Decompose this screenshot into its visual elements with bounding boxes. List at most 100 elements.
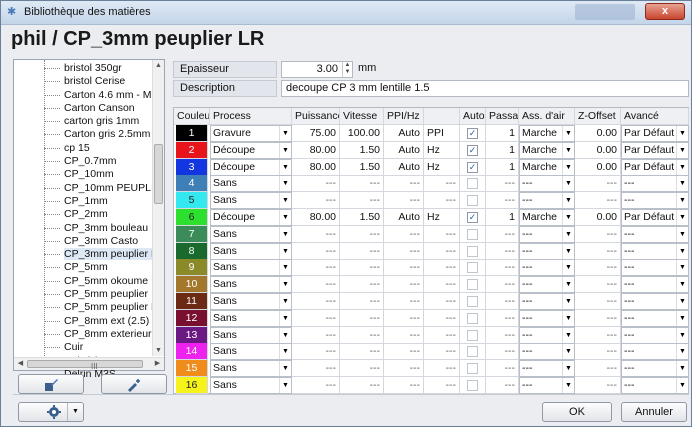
tree-item[interactable]: CP_0.7mm bbox=[14, 155, 154, 168]
ok-button[interactable]: OK bbox=[542, 402, 612, 422]
advanced-select[interactable]: Par Défaut ▼ bbox=[621, 209, 689, 226]
column-header[interactable]: Auto bbox=[460, 108, 486, 125]
tree-item[interactable]: Carton 4.6 mm - Make bbox=[14, 89, 154, 102]
column-header[interactable]: Puissance bbox=[292, 108, 340, 125]
ppi-cell[interactable]: --- bbox=[384, 259, 424, 277]
z-offset-cell[interactable]: 0.00 bbox=[575, 125, 621, 142]
ppi-cell[interactable]: Auto bbox=[384, 141, 424, 159]
color-swatch[interactable]: 4 bbox=[176, 175, 208, 193]
color-swatch[interactable]: 9 bbox=[176, 259, 208, 277]
advanced-select[interactable]: --- ▼ bbox=[621, 293, 689, 310]
z-offset-cell[interactable]: --- bbox=[575, 343, 621, 361]
speed-cell[interactable]: --- bbox=[340, 242, 384, 260]
advanced-select[interactable]: --- ▼ bbox=[621, 309, 689, 327]
power-cell[interactable]: --- bbox=[292, 326, 340, 344]
passes-cell[interactable]: --- bbox=[486, 343, 519, 361]
speed-cell[interactable]: 1.50 bbox=[340, 158, 384, 176]
column-header[interactable]: Vitesse bbox=[340, 108, 384, 125]
auto-checkbox[interactable] bbox=[467, 363, 478, 375]
passes-cell[interactable]: --- bbox=[486, 360, 519, 378]
tree-item[interactable]: bristol Cerise bbox=[14, 75, 154, 88]
close-button[interactable]: x bbox=[645, 3, 685, 20]
process-select[interactable]: Gravure ▼ bbox=[210, 125, 292, 142]
advanced-select[interactable]: --- ▼ bbox=[621, 377, 689, 394]
power-cell[interactable]: --- bbox=[292, 360, 340, 378]
air-assist-select[interactable]: --- ▼ bbox=[519, 225, 575, 243]
tree-item[interactable]: CP_5mm bbox=[14, 261, 154, 274]
advanced-select[interactable]: --- ▼ bbox=[621, 343, 689, 361]
advanced-select[interactable]: --- ▼ bbox=[621, 326, 689, 344]
tree-item[interactable]: carton gris 1mm bbox=[14, 115, 154, 128]
process-select[interactable]: Découpe ▼ bbox=[210, 158, 292, 176]
passes-cell[interactable]: --- bbox=[486, 326, 519, 344]
air-assist-select[interactable]: Marche ▼ bbox=[519, 125, 575, 142]
tree-item[interactable]: CP_3mm peuplier LR bbox=[14, 248, 154, 261]
process-select[interactable]: Sans ▼ bbox=[210, 242, 292, 260]
power-cell[interactable]: --- bbox=[292, 175, 340, 193]
speed-cell[interactable]: --- bbox=[340, 192, 384, 210]
advanced-select[interactable]: --- ▼ bbox=[621, 259, 689, 277]
power-cell[interactable]: --- bbox=[292, 192, 340, 210]
speed-cell[interactable]: --- bbox=[340, 225, 384, 243]
color-swatch[interactable]: 16 bbox=[176, 377, 208, 394]
tree-item[interactable]: CP_5mm peuplier bbox=[14, 288, 154, 301]
auto-checkbox[interactable]: ✓ bbox=[467, 161, 478, 173]
tree-horizontal-scrollbar[interactable]: ◀ III ▶ bbox=[14, 357, 164, 371]
air-assist-select[interactable]: --- ▼ bbox=[519, 309, 575, 327]
ppi-cell[interactable]: Auto bbox=[384, 125, 424, 142]
ppi-cell[interactable]: --- bbox=[384, 360, 424, 378]
passes-cell[interactable]: --- bbox=[486, 309, 519, 327]
z-offset-cell[interactable]: --- bbox=[575, 326, 621, 344]
auto-checkbox[interactable] bbox=[467, 380, 478, 391]
tree-item[interactable]: CP_8mm ext (2.5) bbox=[14, 315, 154, 328]
ppi-cell[interactable]: --- bbox=[384, 242, 424, 260]
color-swatch[interactable]: 7 bbox=[176, 225, 208, 243]
advanced-select[interactable]: --- ▼ bbox=[621, 175, 689, 193]
color-swatch[interactable]: 12 bbox=[176, 309, 208, 327]
z-offset-cell[interactable]: --- bbox=[575, 309, 621, 327]
power-cell[interactable]: --- bbox=[292, 293, 340, 310]
advanced-select[interactable]: --- ▼ bbox=[621, 242, 689, 260]
speed-cell[interactable]: --- bbox=[340, 377, 384, 394]
passes-cell[interactable]: --- bbox=[486, 293, 519, 310]
column-header[interactable]: Process bbox=[210, 108, 292, 125]
color-swatch[interactable]: 3 bbox=[176, 158, 208, 176]
z-offset-cell[interactable]: --- bbox=[575, 225, 621, 243]
air-assist-select[interactable]: Marche ▼ bbox=[519, 209, 575, 226]
color-swatch[interactable]: 6 bbox=[176, 209, 208, 226]
tree-item[interactable]: CP_8mm exterieur okou bbox=[14, 328, 154, 341]
color-swatch[interactable]: 1 bbox=[176, 125, 208, 142]
ppi-cell[interactable]: --- bbox=[384, 192, 424, 210]
ppi-cell[interactable]: --- bbox=[384, 276, 424, 294]
auto-checkbox[interactable] bbox=[467, 296, 478, 307]
air-assist-select[interactable]: Marche ▼ bbox=[519, 158, 575, 176]
z-offset-cell[interactable]: --- bbox=[575, 276, 621, 294]
add-material-button[interactable] bbox=[101, 374, 167, 394]
speed-cell[interactable]: 1.50 bbox=[340, 141, 384, 159]
ppi-cell[interactable]: --- bbox=[384, 225, 424, 243]
color-swatch[interactable]: 13 bbox=[176, 326, 208, 344]
process-select[interactable]: Découpe ▼ bbox=[210, 141, 292, 159]
air-assist-select[interactable]: --- ▼ bbox=[519, 259, 575, 277]
color-swatch[interactable]: 8 bbox=[176, 242, 208, 260]
power-cell[interactable]: 80.00 bbox=[292, 209, 340, 226]
power-cell[interactable]: --- bbox=[292, 343, 340, 361]
auto-checkbox[interactable] bbox=[467, 262, 478, 274]
column-header[interactable]: Z-Offset bbox=[575, 108, 621, 125]
power-cell[interactable]: --- bbox=[292, 225, 340, 243]
column-header[interactable]: PPI/Hz bbox=[384, 108, 424, 125]
power-cell[interactable]: --- bbox=[292, 377, 340, 394]
process-select[interactable]: Sans ▼ bbox=[210, 259, 292, 277]
process-select[interactable]: Sans ▼ bbox=[210, 326, 292, 344]
process-select[interactable]: Sans ▼ bbox=[210, 360, 292, 378]
color-swatch[interactable]: 5 bbox=[176, 192, 208, 210]
process-select[interactable]: Sans ▼ bbox=[210, 293, 292, 310]
description-input[interactable]: decoupe CP 3 mm lentille 1.5 bbox=[281, 80, 689, 97]
advanced-select[interactable]: Par Défaut ▼ bbox=[621, 158, 689, 176]
process-select[interactable]: Sans ▼ bbox=[210, 225, 292, 243]
power-cell[interactable]: 75.00 bbox=[292, 125, 340, 142]
column-header[interactable]: Ass. d'air bbox=[519, 108, 575, 125]
passes-cell[interactable]: --- bbox=[486, 175, 519, 193]
tree-item[interactable]: CP_1mm bbox=[14, 195, 154, 208]
tree-item[interactable]: Carton Canson bbox=[14, 102, 154, 115]
